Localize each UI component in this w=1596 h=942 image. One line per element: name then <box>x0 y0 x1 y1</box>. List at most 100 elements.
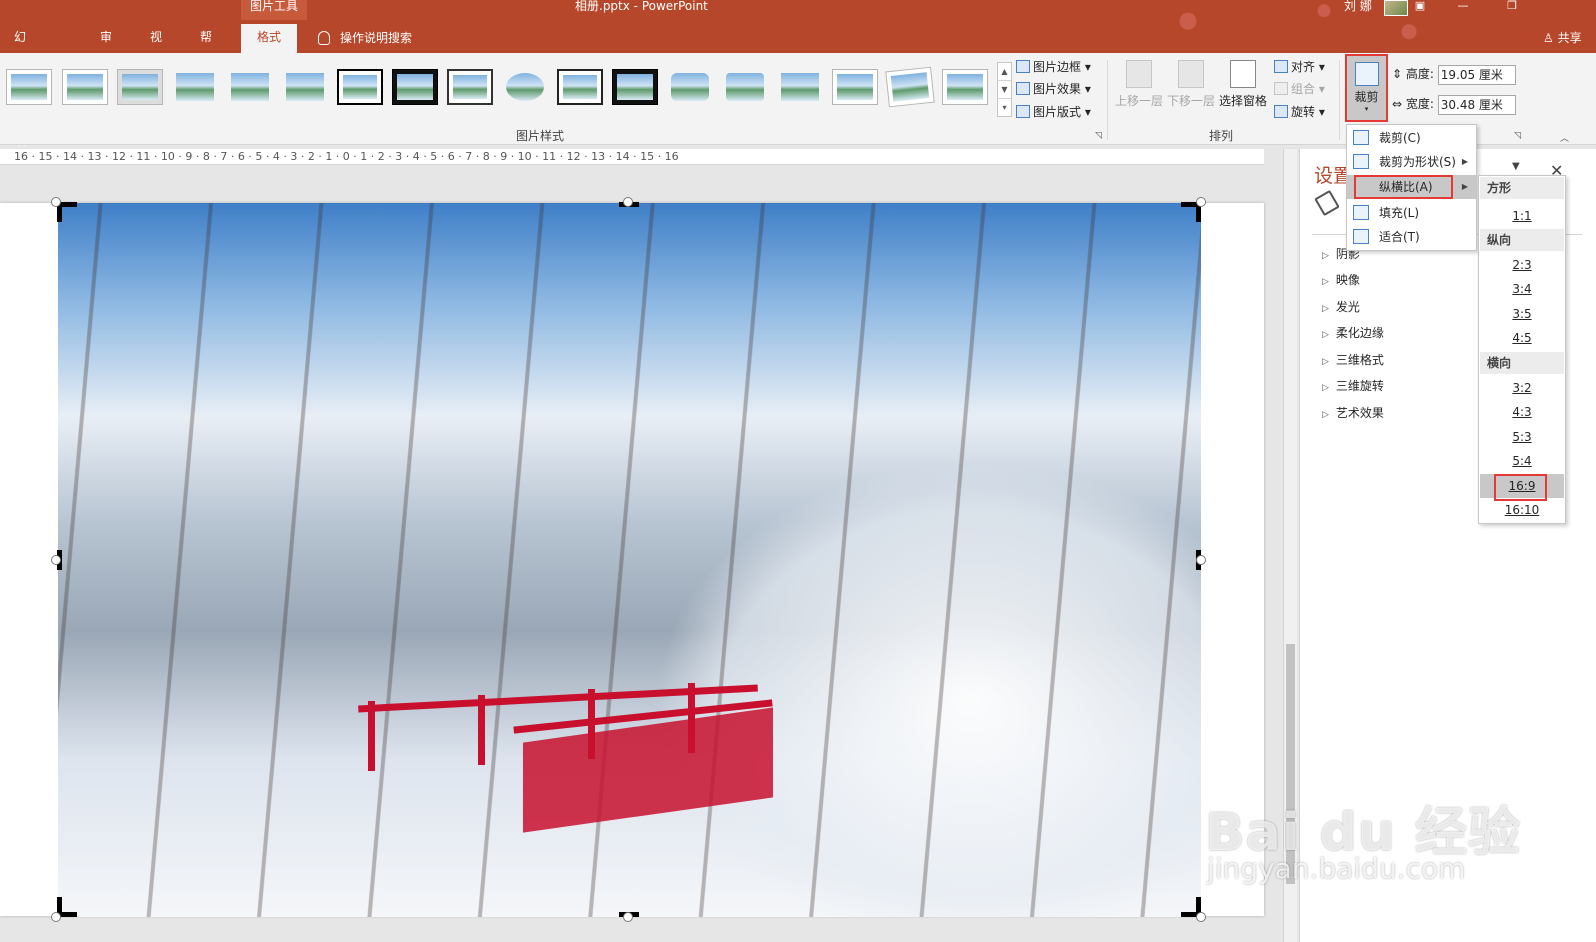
crop-button[interactable]: 裁剪 ▾ <box>1345 54 1388 122</box>
align-icon <box>1274 60 1288 73</box>
align-button[interactable]: 对齐 ▾ <box>1274 57 1325 77</box>
ribbon-display-options-icon[interactable]: ▣ <box>1405 0 1435 14</box>
restore-icon[interactable]: ❐ <box>1497 0 1527 14</box>
tab-review[interactable]: 审阅 <box>96 24 116 70</box>
tab-help[interactable]: 帮助 <box>196 24 216 70</box>
picture-style-11[interactable] <box>557 69 603 105</box>
selected-picture[interactable] <box>58 203 1201 917</box>
pane-item-soft-edges[interactable]: 柔化边缘 <box>1322 324 1384 341</box>
picture-style-6[interactable] <box>282 69 328 105</box>
picture-style-2[interactable] <box>62 69 108 105</box>
selection-pane-icon <box>1230 60 1256 88</box>
pane-options-icon[interactable]: ▼ <box>1512 161 1520 172</box>
picture-effects-icon <box>1016 82 1030 95</box>
picture-style-16[interactable] <box>832 69 878 105</box>
resize-handle[interactable] <box>51 555 61 565</box>
picture-style-8[interactable] <box>392 69 438 105</box>
collapse-ribbon-icon[interactable]: ︿ <box>1560 131 1569 144</box>
resize-handle[interactable] <box>1196 912 1206 922</box>
picture-effects-button[interactable]: 图片效果 ▾ <box>1016 79 1091 99</box>
aspect-option-3-5[interactable]: 3:5 <box>1480 302 1564 326</box>
tab-slideshow[interactable]: 幻灯片放映 <box>10 24 30 148</box>
aspect-option-4-5[interactable]: 4:5 <box>1480 326 1564 350</box>
width-input[interactable]: 30.48 厘米 <box>1437 94 1516 115</box>
resize-handle[interactable] <box>623 197 633 207</box>
aspect-option-16-10[interactable]: 16:10 <box>1480 498 1564 522</box>
tab-view[interactable]: 视图 <box>146 24 166 70</box>
aspect-option-1-1[interactable]: 1:1 <box>1480 204 1564 228</box>
pane-item-3d-format[interactable]: 三维格式 <box>1322 351 1384 368</box>
height-input[interactable]: 19.05 厘米 <box>1437 64 1516 85</box>
section-portrait: 纵向 <box>1480 229 1564 251</box>
aspect-option-3-4[interactable]: 3:4 <box>1480 277 1564 301</box>
picture-style-17[interactable] <box>885 66 935 108</box>
menu-item-crop[interactable]: 裁剪(C) <box>1347 126 1476 150</box>
send-backward-icon <box>1178 60 1204 88</box>
pane-item-3d-rotation[interactable]: 三维旋转 <box>1322 377 1384 394</box>
size-dialog-launcher-icon[interactable]: ◹ <box>1514 131 1521 141</box>
gallery-down-icon[interactable]: ▼ <box>998 81 1011 99</box>
resize-handle[interactable] <box>1196 197 1206 207</box>
height-label: 高度: <box>1405 67 1434 81</box>
aspect-option-5-3[interactable]: 5:3 <box>1480 425 1564 449</box>
aspect-option-5-4[interactable]: 5:4 <box>1480 449 1564 473</box>
menu-item-fill[interactable]: 填充(L) <box>1347 201 1476 225</box>
fill-line-icon[interactable] <box>1314 189 1340 217</box>
picture-styles-group-label: 图片样式 <box>516 129 565 143</box>
powerpoint-window: 图片工具 相册.pptx - PowerPoint 刘 娜 ▣ — ❐ 幻灯片放… <box>0 0 1596 942</box>
group-button[interactable]: 组合 ▾ <box>1274 79 1325 99</box>
selection-pane-label: 选择窗格 <box>1218 94 1267 108</box>
picture-style-9[interactable] <box>447 69 493 105</box>
aspect-option-16-9[interactable]: 16:9 <box>1480 474 1564 501</box>
aspect-option-2-3[interactable]: 2:3 <box>1480 253 1564 277</box>
picture-style-5[interactable] <box>227 69 273 105</box>
share-button[interactable]: ♙ 共享 <box>1543 28 1582 48</box>
menu-item-label: 裁剪(C) <box>1379 131 1421 145</box>
picture-style-3[interactable] <box>117 69 163 105</box>
pane-item-glow[interactable]: 发光 <box>1322 298 1360 315</box>
aspect-option-4-3[interactable]: 4:3 <box>1480 400 1564 424</box>
group-separator <box>1339 60 1340 140</box>
resize-handle[interactable] <box>1196 555 1206 565</box>
picture-style-14[interactable] <box>722 69 768 105</box>
minimize-icon[interactable]: — <box>1448 0 1478 14</box>
user-name[interactable]: 刘 娜 <box>1344 0 1372 12</box>
picture-layout-button[interactable]: 图片版式 ▾ <box>1016 102 1091 122</box>
picture-style-15[interactable] <box>777 69 823 105</box>
gallery-scroll[interactable]: ▲ ▼ ▾ <box>997 62 1012 117</box>
picture-layout-label: 图片版式 <box>1033 105 1082 119</box>
menu-item-aspect-ratio[interactable]: 纵横比(A) ▶ <box>1347 175 1476 199</box>
person-icon: ♙ <box>1543 31 1554 45</box>
picture-style-4[interactable] <box>172 69 218 105</box>
gallery-up-icon[interactable]: ▲ <box>998 63 1011 81</box>
resize-handle[interactable] <box>51 197 61 207</box>
styles-dialog-launcher-icon[interactable]: ◹ <box>1095 131 1102 141</box>
resize-handle[interactable] <box>623 912 633 922</box>
picture-style-1[interactable] <box>6 69 52 105</box>
menu-item-crop-to-shape[interactable]: 裁剪为形状(S) ▶ <box>1347 150 1476 174</box>
send-backward-button[interactable]: 下移一层 <box>1166 60 1216 109</box>
picture-style-12[interactable] <box>612 69 658 105</box>
width-icon: ⇔ <box>1392 97 1403 111</box>
picture-style-7[interactable] <box>337 69 383 105</box>
bring-forward-button[interactable]: 上移一层 <box>1114 60 1164 109</box>
pane-item-reflection[interactable]: 映像 <box>1322 271 1360 288</box>
resize-handle[interactable] <box>51 912 61 922</box>
aspect-ratio-submenu: 方形 1:1 纵向 2:3 3:4 3:5 4:5 横向 3:2 4:3 5:3… <box>1478 175 1566 524</box>
rotate-button[interactable]: 旋转 ▾ <box>1274 102 1325 122</box>
picture-style-13[interactable] <box>667 69 713 105</box>
picture-layout-icon <box>1016 105 1030 118</box>
picture-style-18[interactable] <box>942 69 988 105</box>
aspect-option-3-2[interactable]: 3:2 <box>1480 376 1564 400</box>
picture-border-button[interactable]: 图片边框 ▾ <box>1016 57 1091 77</box>
tab-format[interactable]: 格式 <box>241 24 297 53</box>
gallery-more-icon[interactable]: ▾ <box>998 99 1011 117</box>
selection-pane-button[interactable]: 选择窗格 <box>1218 60 1268 109</box>
tell-me-search[interactable]: 操作说明搜索 <box>318 28 412 48</box>
pane-item-artistic-effects[interactable]: 艺术效果 <box>1322 404 1384 421</box>
picture-styles-gallery <box>6 63 996 118</box>
align-label: 对齐 <box>1291 60 1316 74</box>
menu-item-fit[interactable]: 适合(T) <box>1347 225 1476 249</box>
picture-style-10[interactable] <box>502 69 548 105</box>
height-row: ⇕ 高度: 19.05 厘米 <box>1392 63 1516 85</box>
